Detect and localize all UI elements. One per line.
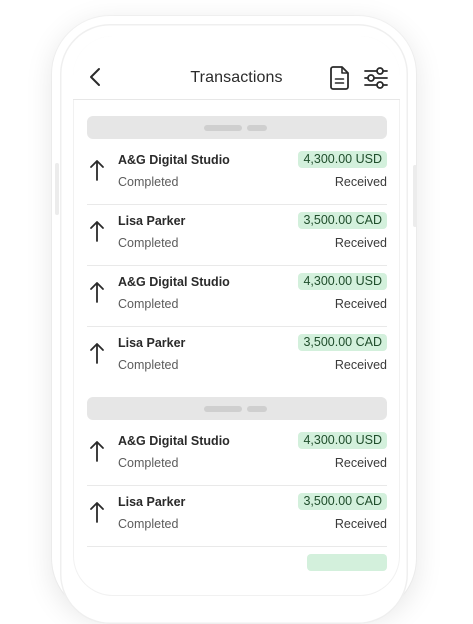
transaction-direction: Received (334, 456, 387, 470)
transaction-status: Completed (118, 358, 179, 372)
transaction-row[interactable]: A&G Digital Studio Completed 4,300.00 US… (87, 265, 387, 327)
transaction-status: Completed (118, 297, 179, 311)
transaction-status: Completed (118, 517, 179, 531)
date-placeholder (247, 406, 267, 412)
transaction-direction: Received (334, 175, 387, 189)
date-placeholder (204, 406, 242, 412)
arrow-up-icon (90, 441, 104, 462)
counterparty-name: A&G Digital Studio (118, 275, 230, 289)
transaction-status: Completed (118, 175, 179, 189)
arrow-up-icon (90, 343, 104, 364)
phone-side-button-left (55, 163, 59, 215)
amount-badge: 4,300.00 USD (298, 432, 387, 449)
group-date-header (87, 397, 387, 420)
sliders-icon (364, 67, 388, 89)
statement-button[interactable] (329, 65, 351, 91)
transaction-direction: Received (334, 358, 387, 372)
transaction-direction: Received (334, 517, 387, 531)
arrow-up-icon (90, 221, 104, 242)
document-icon (330, 66, 349, 90)
counterparty-name: Lisa Parker (118, 214, 186, 228)
counterparty-name: A&G Digital Studio (118, 153, 230, 167)
transaction-direction: Received (334, 297, 387, 311)
amount-badge: 4,300.00 USD (298, 273, 387, 290)
transaction-row[interactable]: A&G Digital Studio Completed 4,300.00 US… (87, 424, 387, 486)
transaction-row-partial[interactable] (87, 546, 387, 596)
counterparty-name: Lisa Parker (118, 495, 186, 509)
transaction-direction: Received (334, 236, 387, 250)
arrow-up-icon (90, 160, 104, 181)
counterparty-name: A&G Digital Studio (118, 434, 230, 448)
transaction-row[interactable]: Lisa Parker Completed 3,500.00 CAD Recei… (87, 485, 387, 547)
amount-badge: 3,500.00 CAD (298, 493, 387, 510)
phone-side-button-right (413, 165, 417, 227)
date-placeholder (204, 125, 242, 131)
amount-badge: 3,500.00 CAD (298, 334, 387, 351)
transaction-row[interactable]: Lisa Parker Completed 3,500.00 CAD Recei… (87, 204, 387, 266)
app-screen: Transactions A&G Digital Studio Complete… (73, 36, 400, 596)
counterparty-name: Lisa Parker (118, 336, 186, 350)
arrow-up-icon (90, 502, 104, 523)
top-bar: Transactions (73, 36, 400, 100)
amount-badge: 3,500.00 CAD (298, 212, 387, 229)
filter-button[interactable] (363, 66, 389, 90)
arrow-up-icon (90, 282, 104, 303)
transaction-status: Completed (118, 236, 179, 250)
date-placeholder (247, 125, 267, 131)
transaction-row[interactable]: Lisa Parker Completed 3,500.00 CAD Recei… (87, 326, 387, 387)
transaction-status: Completed (118, 456, 179, 470)
group-date-header (87, 116, 387, 139)
transaction-row[interactable]: A&G Digital Studio Completed 4,300.00 US… (87, 143, 387, 205)
amount-badge: 4,300.00 USD (298, 151, 387, 168)
